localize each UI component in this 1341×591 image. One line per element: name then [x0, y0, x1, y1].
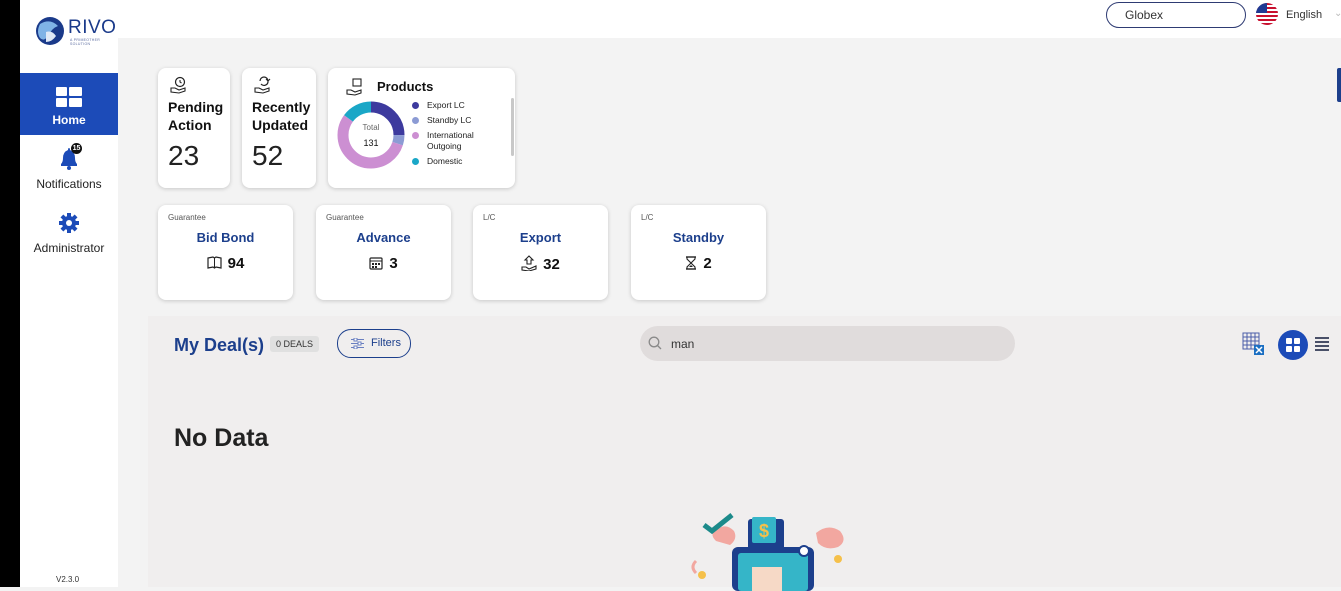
- excel-grid-icon: [1242, 332, 1264, 355]
- pending-action-card[interactable]: Pending Action 23: [158, 68, 230, 188]
- products-legend: Export LC Standby LC International Outgo…: [412, 100, 508, 172]
- left-edge-strip: [0, 0, 20, 587]
- search-bar[interactable]: [640, 326, 1015, 361]
- pending-action-title: Pending Action: [168, 99, 224, 133]
- entity-select[interactable]: Globex: [1106, 2, 1246, 28]
- app-version: V2.3.0: [56, 575, 80, 584]
- card-count: 2: [703, 255, 712, 272]
- export-card[interactable]: L/C Export 32: [473, 205, 608, 300]
- deals-title: My Deal(s): [174, 335, 265, 355]
- filters-label: Filters: [371, 337, 401, 349]
- calendar-icon: [369, 257, 383, 270]
- card-category: Guarantee: [326, 213, 364, 222]
- hourglass-icon: [686, 256, 697, 270]
- book-icon: [207, 256, 222, 269]
- search-input[interactable]: [669, 334, 993, 354]
- notification-badge: 15: [71, 143, 82, 154]
- legend-item[interactable]: Domestic: [412, 156, 508, 167]
- list-view-button[interactable]: [1314, 335, 1330, 351]
- hand-box-icon: [346, 78, 362, 96]
- recently-updated-card[interactable]: Recently Updated 52: [242, 68, 316, 188]
- card-category: L/C: [483, 213, 496, 222]
- card-count-row: 2: [631, 255, 766, 272]
- card-name: Export: [519, 230, 562, 245]
- language-label: English: [1286, 9, 1323, 21]
- export-icon: [521, 255, 537, 272]
- legend-item[interactable]: Export LC: [412, 100, 508, 111]
- sidebar-item-home[interactable]: Home: [20, 73, 118, 135]
- legend-scrollbar[interactable]: [511, 98, 514, 156]
- filter-icon: [351, 338, 364, 349]
- recently-updated-value: 52: [252, 140, 284, 171]
- card-count: 94: [227, 255, 245, 272]
- card-count-row: 94: [158, 255, 293, 272]
- hand-refresh-icon: [254, 76, 271, 94]
- standby-card[interactable]: L/C Standby 2: [631, 205, 766, 300]
- entity-select-value: Globex: [1125, 8, 1164, 22]
- donut-total-value: 131: [363, 138, 379, 148]
- card-category: L/C: [641, 213, 654, 222]
- hand-clock-icon: [170, 76, 186, 94]
- card-category: Guarantee: [168, 213, 206, 222]
- my-deals-panel: My Deal(s) 0 DEALS Filters man No Data $: [148, 316, 1341, 591]
- sidebar-item-notifications[interactable]: 15 Notifications: [20, 142, 118, 204]
- sidebar-item-label: Administrator: [33, 241, 105, 255]
- brand-tagline: A PRIMEOTHER SOLUTION: [70, 38, 101, 46]
- legend-item[interactable]: International Outgoing: [412, 130, 508, 152]
- recently-updated-title: Recently Updated: [252, 99, 311, 133]
- donut-total-label: Total: [362, 123, 380, 132]
- products-card: Products Total 131 Export LC Standby LC …: [328, 68, 515, 188]
- search-icon: [648, 336, 662, 350]
- empty-state-illustration: $: [691, 513, 844, 591]
- card-count-row: 32: [473, 255, 608, 273]
- card-name: Standby: [672, 230, 725, 245]
- sidebar-item-label: Notifications: [36, 177, 102, 191]
- pending-action-value: 23: [168, 140, 200, 171]
- excel-export-button[interactable]: [1242, 332, 1266, 356]
- chevron-down-icon: ⌄: [1334, 8, 1341, 19]
- us-flag-icon: [1256, 3, 1278, 25]
- products-donut-chart: [337, 101, 405, 169]
- card-name: Bid Bond: [196, 230, 255, 245]
- svg-text:$: $: [759, 521, 769, 541]
- side-panel-tab[interactable]: [1337, 68, 1341, 102]
- bid-bond-card[interactable]: Guarantee Bid Bond 94: [158, 205, 293, 300]
- card-count: 32: [543, 256, 560, 273]
- filters-button[interactable]: Filters: [337, 329, 411, 358]
- list-view-icon: [1315, 337, 1329, 351]
- gear-icon: [59, 213, 79, 233]
- card-count-row: 3: [316, 255, 451, 272]
- language-selector[interactable]: English ⌄: [1256, 3, 1341, 25]
- grid-view-icon: [1286, 338, 1300, 352]
- brand-name: RIVO: [68, 17, 117, 38]
- sidebar-item-label: Home: [52, 113, 86, 127]
- products-title: Products: [377, 79, 434, 94]
- deals-count-badge: 0 DEALS: [270, 336, 320, 352]
- dashboard-icon: [56, 87, 82, 107]
- sidebar-item-administrator[interactable]: Administrator: [20, 206, 118, 268]
- legend-item[interactable]: Standby LC: [412, 115, 508, 126]
- card-name: Advance: [356, 230, 411, 245]
- grid-view-button[interactable]: [1278, 330, 1308, 360]
- advance-card[interactable]: Guarantee Advance 3: [316, 205, 451, 300]
- sidebar: RIVO A PRIMEOTHER SOLUTION Home 15 Notif…: [20, 0, 118, 587]
- no-data-text: No Data: [174, 424, 269, 452]
- card-count: 3: [389, 255, 398, 272]
